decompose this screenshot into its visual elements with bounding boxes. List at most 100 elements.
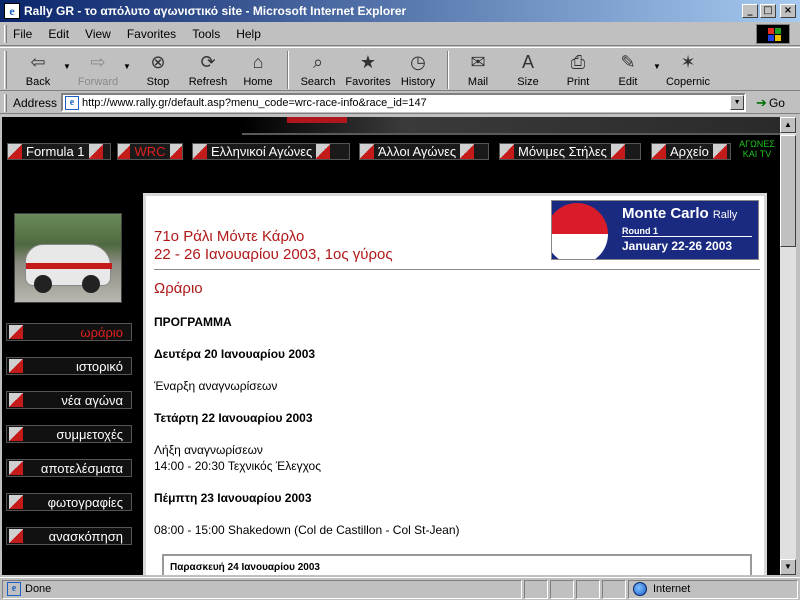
forward-button[interactable]: ⇨ Forward xyxy=(73,48,123,90)
menu-corner-icon xyxy=(9,461,23,475)
edit-button[interactable]: ✎ Edit xyxy=(603,48,653,90)
scroll-up-button[interactable]: ▲ xyxy=(780,117,796,133)
menu-tools[interactable]: Tools xyxy=(192,27,220,41)
races-and-tv-link[interactable]: ΑΓΩΝΕΣ ΚΑΙ TV xyxy=(737,139,777,159)
vertical-scrollbar[interactable]: ▲ ▼ xyxy=(780,117,796,575)
top-navigation: Formula 1 WRC Ελληνικοί Αγώνες Άλλοι Αγώ… xyxy=(2,143,780,161)
topnav-permanent-columns[interactable]: Μόνιμες Στήλες xyxy=(499,143,641,160)
address-label: Address xyxy=(13,95,58,110)
back-dropdown[interactable]: ▼ xyxy=(63,62,73,71)
history-icon: ◷ xyxy=(410,51,426,72)
forward-arrow-icon: ⇨ xyxy=(90,51,106,72)
security-zone-panel: Internet xyxy=(628,579,798,599)
sidenav-schedule[interactable]: ωράριο xyxy=(6,323,132,341)
section-heading: Ωράριο xyxy=(154,280,203,297)
site-banner xyxy=(2,117,780,137)
close-button[interactable]: × xyxy=(780,4,796,18)
menu-view[interactable]: View xyxy=(85,27,111,41)
sidenav-results[interactable]: αποτελέσματα xyxy=(6,459,132,477)
address-bar: Address e http://www.rally.gr/default.as… xyxy=(0,92,800,114)
favorites-button[interactable]: ★ Favorites xyxy=(343,48,393,90)
menu-file[interactable]: File xyxy=(13,27,32,41)
ie-icon: e xyxy=(4,3,20,19)
history-button[interactable]: ◷ History xyxy=(393,48,443,90)
topnav-archive[interactable]: Αρχείο xyxy=(651,143,731,160)
address-url[interactable]: http://www.rally.gr/default.asp?menu_cod… xyxy=(82,97,730,109)
standard-toolbar: ⇦ Back ▼ ⇨ Forward ▼ ⊗ Stop ⟳ Refresh ⌂ … xyxy=(0,47,800,91)
back-button[interactable]: ⇦ Back xyxy=(13,48,63,90)
minimize-button[interactable]: _ xyxy=(742,4,758,18)
rally-car-photo xyxy=(14,213,122,303)
divider xyxy=(154,269,760,270)
refresh-button[interactable]: ⟳ Refresh xyxy=(183,48,233,90)
page-icon: e xyxy=(65,95,80,110)
topnav-formula1[interactable]: Formula 1 xyxy=(7,143,111,160)
tab-corner-icon xyxy=(500,144,514,159)
status-text-panel: e Done xyxy=(2,579,522,599)
event-title: 71ο Ράλι Μόντε Κάρλο 22 - 26 Ιανουαρίου … xyxy=(154,228,393,263)
forward-dropdown[interactable]: ▼ xyxy=(123,62,133,71)
sidenav-photos[interactable]: φωτογραφίες xyxy=(6,493,132,511)
mail-icon: ✉ xyxy=(470,51,486,72)
menu-corner-icon xyxy=(9,495,23,509)
address-grip[interactable] xyxy=(4,93,7,112)
favorites-folder-icon: ★ xyxy=(359,51,377,72)
tab-corner-icon xyxy=(360,144,374,159)
sidenav-history[interactable]: ιστορικό xyxy=(6,357,132,375)
toolbar-grip[interactable] xyxy=(4,51,7,89)
menu-corner-icon xyxy=(9,529,23,543)
font-size-icon: A xyxy=(521,51,534,72)
go-button[interactable]: ➔ Go xyxy=(756,95,785,111)
address-input[interactable]: e http://www.rally.gr/default.asp?menu_c… xyxy=(61,93,747,112)
address-dropdown-button[interactable]: ▼ xyxy=(730,95,745,110)
back-arrow-icon: ⇦ xyxy=(30,51,46,72)
tab-corner-icon xyxy=(193,144,207,159)
mail-button[interactable]: ✉ Mail xyxy=(453,48,503,90)
monaco-flag-icon xyxy=(552,203,608,259)
menu-favorites[interactable]: Favorites xyxy=(127,27,176,41)
internet-globe-icon xyxy=(633,582,647,596)
sidenav-entries[interactable]: συμμετοχές xyxy=(6,425,132,443)
stop-icon: ⊗ xyxy=(150,51,166,72)
topnav-wrc[interactable]: WRC xyxy=(117,143,183,160)
windows-logo-icon xyxy=(756,24,790,44)
menu-help[interactable]: Help xyxy=(236,27,261,41)
topnav-greek-races[interactable]: Ελληνικοί Αγώνες xyxy=(192,143,350,160)
page-done-icon: e xyxy=(7,582,21,596)
search-icon: ⌕ xyxy=(312,51,324,72)
day-heading: Τετάρτη 22 Ιανουαρίου 2003 xyxy=(154,411,313,425)
topnav-other-races[interactable]: Άλλοι Αγώνες xyxy=(359,143,489,160)
window-title: Rally GR - το απόλυτο αγωνιστικό site - … xyxy=(24,4,407,18)
home-button[interactable]: ⌂ Home xyxy=(233,48,283,90)
menu-grip[interactable] xyxy=(4,24,7,43)
edit-page-icon: ✎ xyxy=(620,51,636,72)
printer-icon: ⎙ xyxy=(570,51,586,72)
stop-button[interactable]: ⊗ Stop xyxy=(133,48,183,90)
schedule-item: 08:00 - 15:00 Shakedown (Col de Castillo… xyxy=(154,523,460,537)
toolbar-separator xyxy=(287,51,289,89)
menu-edit[interactable]: Edit xyxy=(48,27,69,41)
day-heading: Πέμπτη 23 Ιανουαρίου 2003 xyxy=(154,491,312,505)
edit-dropdown[interactable]: ▼ xyxy=(653,62,663,71)
refresh-icon: ⟳ xyxy=(200,51,216,72)
menu-corner-icon xyxy=(9,427,23,441)
monte-carlo-rally-logo: Monte Carlo Rally Round 1 January 22-26 … xyxy=(551,200,759,260)
copernic-button[interactable]: ✶ Copernic xyxy=(663,48,713,90)
schedule-item: Έναρξη αναγνωρίσεων xyxy=(154,379,278,393)
maximize-button[interactable]: □ xyxy=(760,4,776,18)
day-table: Παρασκευή 24 Ιανουαρίου 2003 xyxy=(162,554,752,575)
tab-corner-icon xyxy=(652,144,666,159)
size-button[interactable]: A Size xyxy=(503,48,553,90)
scroll-down-button[interactable]: ▼ xyxy=(780,559,796,575)
print-button[interactable]: ⎙ Print xyxy=(553,48,603,90)
copernic-icon: ✶ xyxy=(680,51,696,72)
menu-corner-icon xyxy=(9,359,23,373)
rally-car-image xyxy=(25,244,112,293)
sidenav-review[interactable]: ανασκόπηση xyxy=(6,527,132,545)
title-bar: e Rally GR - το απόλυτο αγωνιστικό site … xyxy=(0,0,800,22)
menu-bar: File Edit View Favorites Tools Help xyxy=(0,22,800,46)
search-button[interactable]: ⌕ Search xyxy=(293,48,343,90)
program-heading: ΠΡΟΓΡΑΜΜΑ xyxy=(154,315,232,329)
sidenav-race-news[interactable]: νέα αγώνα xyxy=(6,391,132,409)
scroll-thumb[interactable] xyxy=(780,135,796,247)
